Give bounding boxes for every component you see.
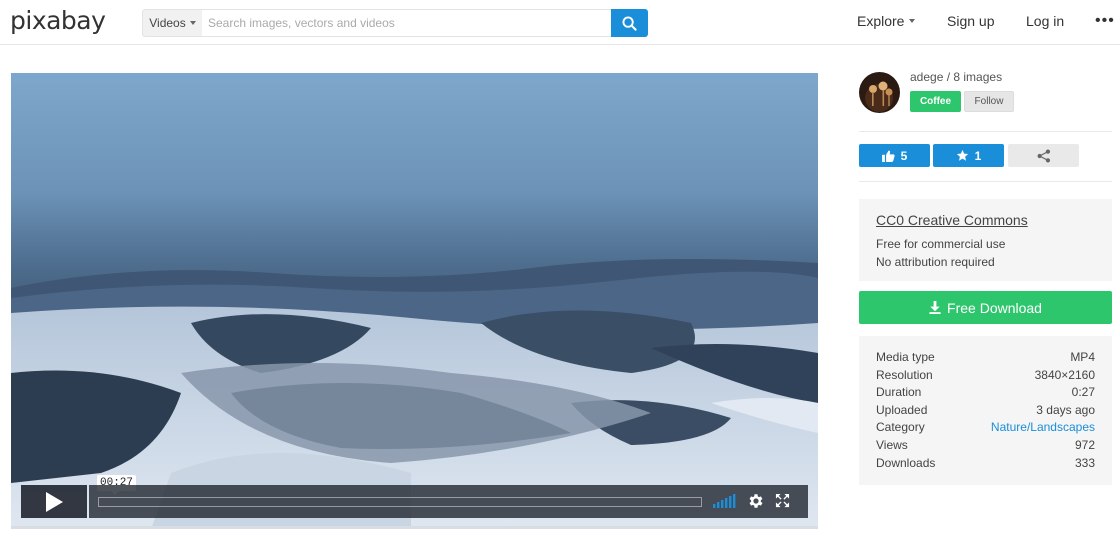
search-type-dropdown[interactable]: Videos xyxy=(142,9,202,37)
search-input[interactable] xyxy=(202,9,611,37)
coffee-button[interactable]: Coffee xyxy=(910,91,961,112)
control-bar xyxy=(89,485,808,518)
info-label: Downloads xyxy=(876,455,936,470)
pixabay-logo[interactable]: pixabay xyxy=(10,6,106,35)
download-label: Free Download xyxy=(947,299,1042,316)
info-value: 972 xyxy=(1074,437,1095,452)
like-button[interactable]: 5 xyxy=(859,144,930,167)
info-value: 3 days ago xyxy=(1036,402,1095,417)
thumbs-up-icon xyxy=(881,150,895,162)
info-label: Duration xyxy=(876,385,922,400)
info-row-duration: Duration 0:27 xyxy=(876,384,1095,402)
info-row-category: Category Nature/Landscapes xyxy=(876,419,1095,437)
category-link[interactable]: Nature/Landscapes xyxy=(991,419,1095,437)
free-download-button[interactable]: Free Download xyxy=(859,291,1112,324)
search-bar: Videos xyxy=(142,9,648,37)
info-value: 3840×2160 xyxy=(1034,367,1095,382)
info-label: Media type xyxy=(876,350,935,364)
progress-bar[interactable] xyxy=(98,497,702,507)
favorite-count: 1 xyxy=(974,148,982,163)
info-value: 0:27 xyxy=(1071,385,1095,400)
login-link[interactable]: Log in xyxy=(1026,13,1064,29)
info-row-uploaded: Uploaded 3 days ago xyxy=(876,402,1095,420)
star-icon xyxy=(956,149,968,161)
info-value: 333 xyxy=(1074,455,1095,470)
info-row-downloads: Downloads 333 xyxy=(876,455,1095,473)
user-name-count[interactable]: adege / 8 images xyxy=(910,70,1002,84)
info-label: Resolution xyxy=(876,367,933,382)
share-icon xyxy=(1037,149,1050,162)
divider xyxy=(859,131,1112,132)
search-icon xyxy=(622,15,637,31)
like-count: 5 xyxy=(900,148,908,163)
more-menu-icon[interactable]: ••• xyxy=(1095,12,1115,30)
avatar-image xyxy=(859,72,900,113)
volume-icon[interactable] xyxy=(713,494,737,508)
video-controls xyxy=(21,485,808,518)
top-header: pixabay Videos Explore Sign up Log in ••… xyxy=(0,0,1120,45)
info-value: MP4 xyxy=(1070,350,1095,364)
video-frame xyxy=(11,73,818,526)
favorite-button[interactable]: 1 xyxy=(933,144,1004,167)
signup-link[interactable]: Sign up xyxy=(947,13,994,29)
license-box: CC0 Creative Commons Free for commercial… xyxy=(859,199,1112,281)
play-button[interactable] xyxy=(21,485,87,518)
caret-down-icon xyxy=(189,21,196,25)
play-icon xyxy=(46,491,63,512)
info-row-media-type: Media type MP4 xyxy=(876,349,1095,367)
search-type-label: Videos xyxy=(149,16,186,30)
license-line-commercial: Free for commercial use xyxy=(876,237,1006,251)
user-avatar[interactable] xyxy=(859,72,900,113)
search-button[interactable] xyxy=(611,9,648,37)
caret-down-icon xyxy=(909,19,916,23)
explore-menu[interactable]: Explore xyxy=(857,13,916,29)
info-label: Views xyxy=(876,437,908,452)
divider xyxy=(859,181,1112,182)
info-row-views: Views 972 xyxy=(876,437,1095,455)
share-button[interactable] xyxy=(1008,144,1079,167)
info-label: Uploaded xyxy=(876,402,928,417)
video-player[interactable]: 00:27 xyxy=(11,73,818,529)
license-line-attribution: No attribution required xyxy=(876,254,995,269)
info-label: Category xyxy=(876,420,925,435)
media-info-box: Media type MP4 Resolution 3840×2160 Dura… xyxy=(859,336,1112,485)
download-icon xyxy=(929,301,941,314)
explore-label: Explore xyxy=(857,13,905,29)
info-row-resolution: Resolution 3840×2160 xyxy=(876,367,1095,385)
follow-button[interactable]: Follow xyxy=(964,91,1014,112)
license-link[interactable]: CC0 Creative Commons xyxy=(876,212,1028,228)
fullscreen-icon[interactable] xyxy=(775,493,790,508)
settings-gear-icon[interactable] xyxy=(747,492,765,510)
